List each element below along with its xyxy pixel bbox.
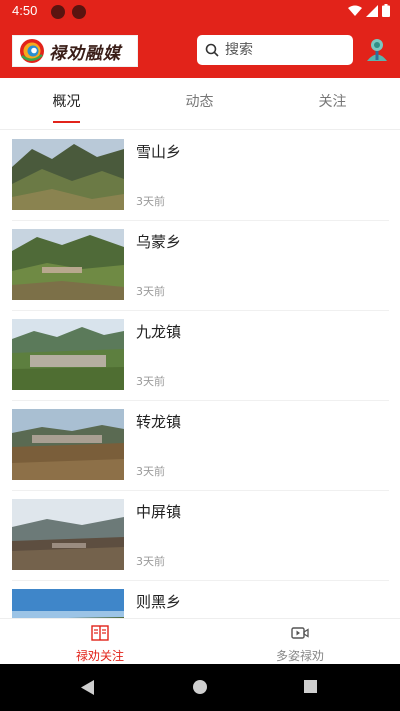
- list-item[interactable]: 中屏镇 3天前: [12, 491, 389, 581]
- system-nav-bar: [0, 664, 400, 711]
- notification-icon: [72, 5, 86, 19]
- notification-icon: [51, 5, 65, 19]
- landscape-photo-image: [12, 139, 124, 210]
- landscape-photo-image: [12, 409, 124, 480]
- list-item-thumbnail: [12, 319, 124, 390]
- wifi-icon: [348, 5, 362, 16]
- signal-icon: [366, 4, 378, 17]
- status-icons: [348, 4, 390, 17]
- list-item[interactable]: 雪山乡 3天前: [12, 131, 389, 221]
- battery-icon: [382, 4, 390, 17]
- list-item-time: 3天前: [136, 285, 165, 298]
- list-item-thumbnail: [12, 229, 124, 300]
- landscape-photo-image: [12, 229, 124, 300]
- list-item-title: 雪山乡: [136, 143, 182, 161]
- home-icon[interactable]: [193, 680, 207, 694]
- nav-item-lq-scenes[interactable]: 多姿禄劝: [200, 619, 400, 665]
- tab-news[interactable]: 动态: [133, 78, 266, 130]
- app-logo[interactable]: 禄劝融媒: [12, 35, 138, 67]
- content-list[interactable]: 雪山乡 3天前 乌蒙乡 3天前 九龙镇 3天前 转龙镇 3天前 中屏镇 3天前 …: [0, 131, 400, 618]
- list-item-time: 3天前: [136, 195, 165, 208]
- recents-icon[interactable]: [304, 680, 317, 693]
- bottom-nav: 禄劝关注 多姿禄劝: [0, 618, 400, 664]
- list-item[interactable]: 转龙镇 3天前: [12, 401, 389, 491]
- search-box[interactable]: [197, 35, 353, 65]
- list-item-thumbnail: [12, 499, 124, 570]
- list-item-thumbnail: [12, 139, 124, 210]
- list-item-title: 中屏镇: [136, 503, 182, 521]
- list-item[interactable]: 乌蒙乡 3天前: [12, 221, 389, 311]
- tab-bar: 概况 动态 关注: [0, 78, 400, 130]
- logo-emblem-icon: [20, 39, 44, 63]
- logo-text: 禄劝融媒: [49, 43, 121, 64]
- nav-item-lq-focus[interactable]: 禄劝关注: [0, 619, 200, 665]
- search-icon: [205, 43, 219, 57]
- list-item-time: 3天前: [136, 555, 165, 568]
- status-time: 4:50: [12, 3, 38, 18]
- search-input[interactable]: [225, 42, 345, 58]
- tab-active-indicator: [53, 121, 80, 123]
- list-item-title: 乌蒙乡: [136, 233, 182, 251]
- landscape-photo-image: [12, 319, 124, 390]
- app-header: 禄劝融媒: [0, 24, 400, 78]
- list-item-time: 3天前: [136, 375, 165, 388]
- back-icon[interactable]: [81, 680, 95, 695]
- status-bar: 4:50: [0, 0, 400, 24]
- list-item[interactable]: 九龙镇 3天前: [12, 311, 389, 401]
- user-icon[interactable]: [366, 38, 388, 62]
- list-item-title: 转龙镇: [136, 413, 182, 431]
- list-item-title: 九龙镇: [136, 323, 182, 341]
- list-item[interactable]: 则黑乡: [12, 581, 389, 618]
- tab-follow[interactable]: 关注: [266, 78, 399, 130]
- video-icon: [291, 627, 309, 639]
- list-item-title: 则黑乡: [136, 593, 182, 611]
- book-icon: [91, 625, 109, 641]
- list-item-time: 3天前: [136, 465, 165, 478]
- nav-label: 多姿禄劝: [275, 649, 324, 663]
- landscape-photo-image: [12, 499, 124, 570]
- landscape-photo-image: [12, 589, 124, 618]
- list-item-thumbnail: [12, 589, 124, 618]
- nav-label: 禄劝关注: [75, 649, 124, 663]
- list-item-thumbnail: [12, 409, 124, 480]
